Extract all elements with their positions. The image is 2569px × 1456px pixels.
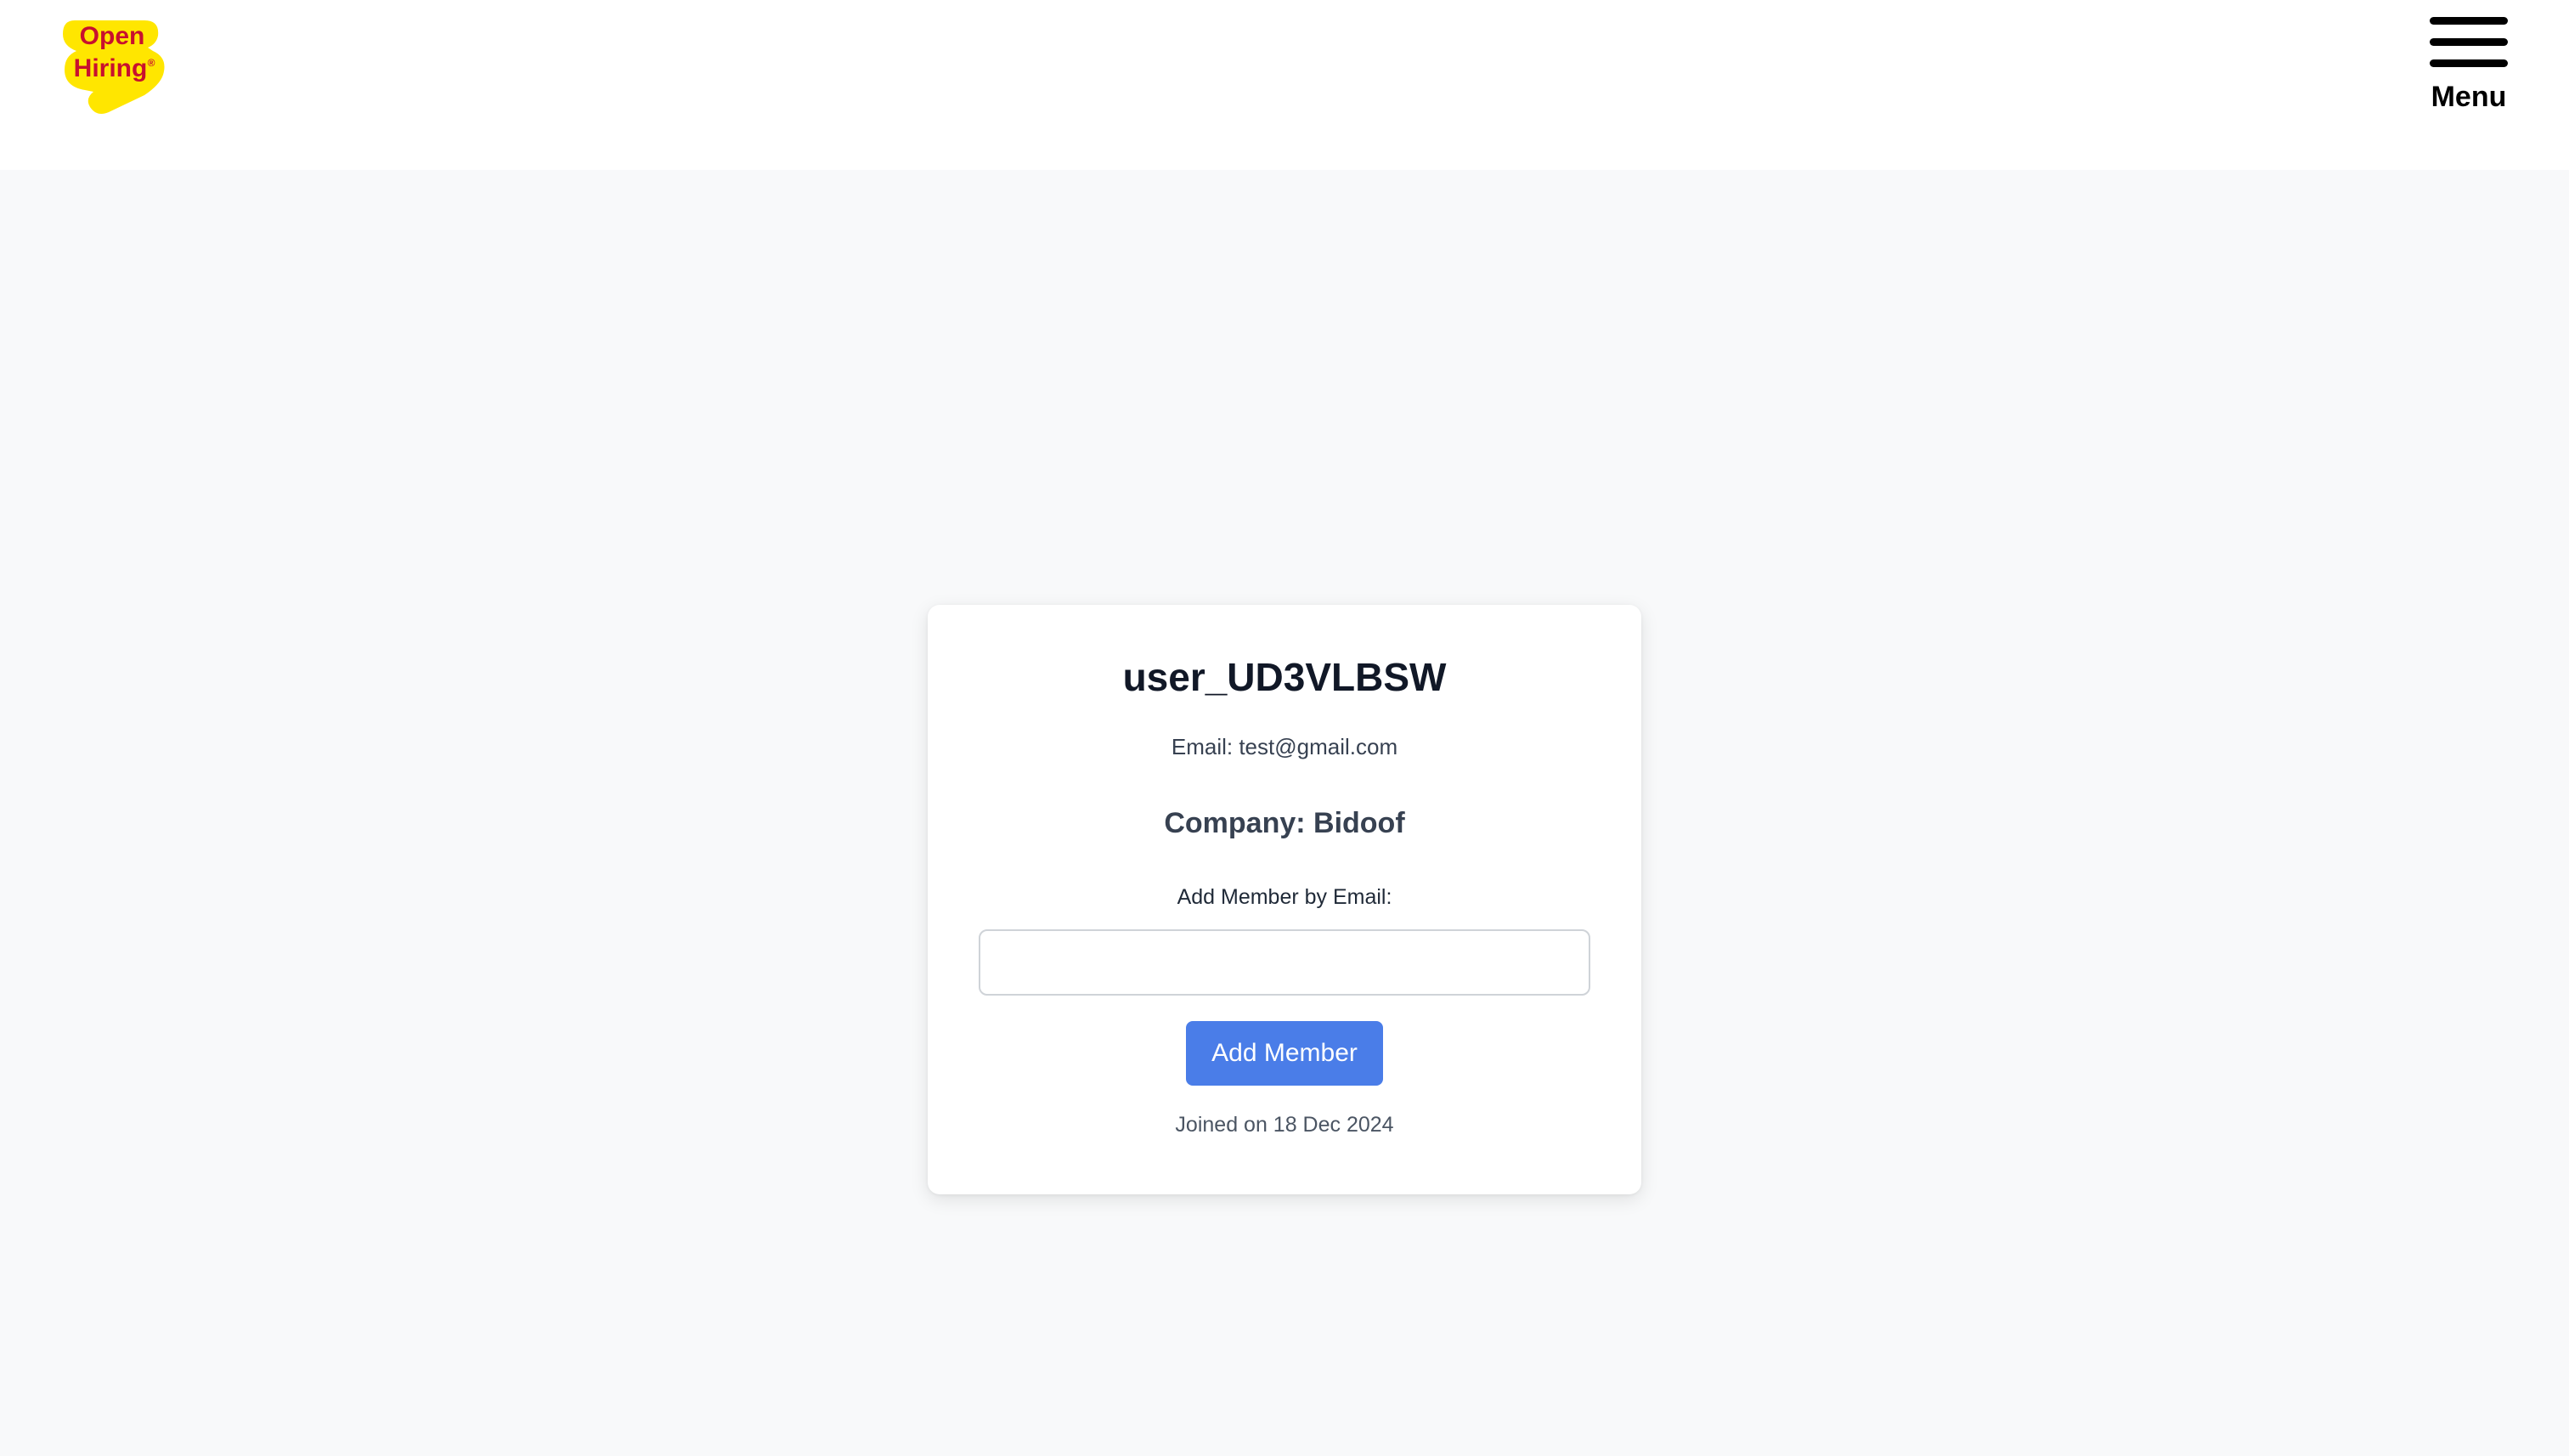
joined-date: Joined on 18 Dec 2024 xyxy=(1175,1113,1394,1137)
svg-text:®: ® xyxy=(148,57,155,69)
add-member-button[interactable]: Add Member xyxy=(1186,1021,1383,1086)
logo-icon: Open Hiring ® xyxy=(63,20,165,114)
svg-text:Hiring: Hiring xyxy=(74,54,148,82)
add-member-label: Add Member by Email: xyxy=(1177,885,1392,909)
site-header: Open Hiring ® Menu xyxy=(0,0,2569,170)
company-name: Company: Bidoof xyxy=(1164,807,1405,839)
username-heading: user_UD3VLBSW xyxy=(1122,655,1447,699)
menu-label[interactable]: Menu xyxy=(2426,81,2511,114)
menu-button[interactable]: Menu xyxy=(2426,17,2511,119)
user-email: Email: test@gmail.com xyxy=(1171,734,1398,759)
svg-text:Open: Open xyxy=(80,22,145,50)
add-member-email-input[interactable] xyxy=(979,929,1590,996)
profile-card: user_UD3VLBSW Email: test@gmail.com Comp… xyxy=(928,605,1641,1194)
hamburger-menu-icon[interactable] xyxy=(2430,17,2508,67)
open-hiring-logo[interactable]: Open Hiring ® xyxy=(59,17,170,116)
